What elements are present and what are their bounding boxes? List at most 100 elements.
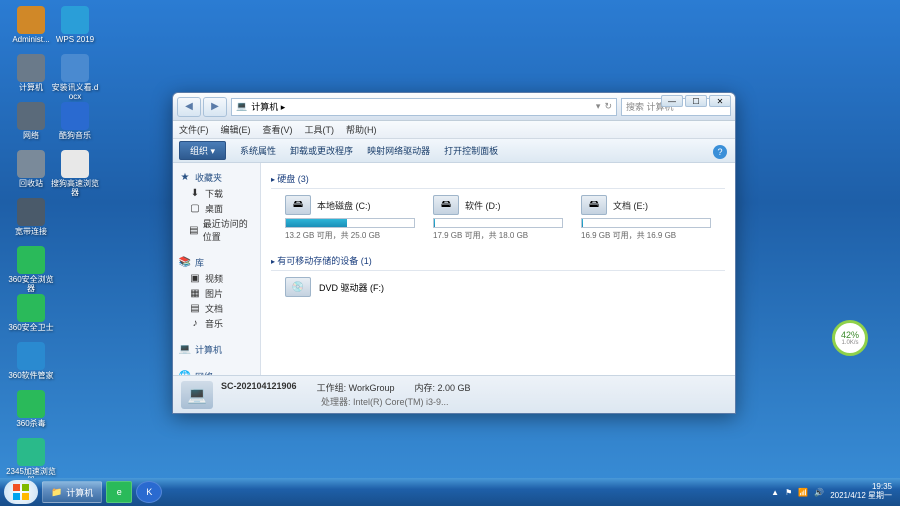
desktop-icon-label: 360软件管家 — [8, 372, 53, 381]
menu-edit[interactable]: 编辑(E) — [221, 123, 251, 136]
app-icon — [17, 102, 45, 130]
minimize-button[interactable]: — — [661, 95, 683, 107]
drive-item[interactable]: 🖴 本地磁盘 (C:) 13.2 GB 可用，共 25.0 GB — [285, 195, 415, 241]
drive-name: 软件 (D:) — [465, 199, 501, 212]
folder-icon: 📁 — [51, 487, 62, 498]
picture-icon: ▦ — [189, 288, 201, 300]
desktop-icon[interactable]: 计算机 — [6, 54, 56, 93]
maximize-button[interactable]: ☐ — [685, 95, 707, 107]
refresh-icon[interactable]: ↻ — [604, 101, 612, 112]
drive-info: 17.9 GB 可用，共 18.0 GB — [433, 230, 563, 241]
nav-buttons: ◀ ▶ — [177, 97, 227, 117]
section-removable[interactable]: 有可移动存储的设备 (1) — [271, 251, 725, 271]
drive-icon: 🖴 — [433, 195, 459, 215]
help-button[interactable]: ? — [713, 145, 727, 159]
sidebar-item-documents[interactable]: ▤文档 — [179, 301, 254, 316]
drive-info: 13.2 GB 可用，共 25.0 GB — [285, 230, 415, 241]
tray-up-icon[interactable]: ▲ — [771, 488, 779, 497]
dvd-drive[interactable]: 💿 DVD 驱动器 (F:) — [271, 271, 725, 297]
desktop-icon[interactable]: 酷狗音乐 — [50, 102, 100, 141]
app-icon — [17, 294, 45, 322]
system-properties-link[interactable]: 系统属性 — [240, 144, 276, 157]
menubar: 文件(F) 编辑(E) 查看(V) 工具(T) 帮助(H) — [173, 121, 735, 139]
map-drive-link[interactable]: 映射网络驱动器 — [367, 144, 430, 157]
back-button[interactable]: ◀ — [177, 97, 201, 117]
desktop-icon[interactable]: 360杀毒 — [6, 390, 56, 429]
drive-icon: 🖴 — [285, 195, 311, 215]
sidebar-item-recent[interactable]: ▤最近访问的位置 — [179, 216, 254, 244]
desktop-icon[interactable]: 360软件管家 — [6, 342, 56, 381]
drive-item[interactable]: 🖴 软件 (D:) 17.9 GB 可用，共 18.0 GB — [433, 195, 563, 241]
sidebar-item-videos[interactable]: ▣视频 — [179, 271, 254, 286]
drive-icon: 🖴 — [581, 195, 607, 215]
sidebar-item-downloads[interactable]: ⬇下载 — [179, 186, 254, 201]
uninstall-link[interactable]: 卸载或更改程序 — [290, 144, 353, 157]
sidebar-network[interactable]: 🌐网络 — [179, 368, 254, 375]
tray-volume-icon[interactable]: 🔊 — [814, 488, 824, 497]
system-tray: ▲ ⚑ 📶 🔊 19:35 2021/4/12 星期一 — [771, 483, 896, 501]
taskbar-app-explorer[interactable]: 📁 计算机 — [42, 481, 102, 503]
address-path: 计算机 ▸ — [251, 100, 285, 113]
desktop-icon-label: 360安全卫士 — [8, 324, 53, 333]
usage-bar — [285, 218, 415, 228]
taskbar-pin-360[interactable]: e — [106, 481, 132, 503]
sidebar-libraries[interactable]: 📚库 — [179, 254, 254, 271]
app-icon — [17, 342, 45, 370]
computer-name: SC-202104121906 — [221, 381, 297, 394]
sidebar-item-music[interactable]: ♪音乐 — [179, 316, 254, 331]
app-icon — [17, 6, 45, 34]
menu-tools[interactable]: 工具(T) — [305, 123, 335, 136]
chevron-down-icon[interactable]: ▾ — [596, 101, 601, 112]
widget-percent: 42% — [841, 330, 859, 340]
sidebar-item-pictures[interactable]: ▦图片 — [179, 286, 254, 301]
desktop-icon[interactable]: 网络 — [6, 102, 56, 141]
dvd-icon: 💿 — [285, 277, 311, 297]
desktop-icon[interactable]: 宽带连接 — [6, 198, 56, 237]
titlebar: ◀ ▶ 💻 计算机 ▸ ▾ ↻ 搜索 计算机 — ☐ ✕ — [173, 93, 735, 121]
desktop-icon-label: 宽带连接 — [15, 228, 47, 237]
section-hdd[interactable]: 硬盘 (3) — [271, 169, 725, 189]
taskbar: 📁 计算机 e K ▲ ⚑ 📶 🔊 19:35 2021/4/12 星期一 — [0, 478, 900, 506]
tray-flag-icon[interactable]: ⚑ — [785, 488, 792, 497]
organize-button[interactable]: 组织 ▾ — [179, 141, 226, 160]
drive-name: 本地磁盘 (C:) — [317, 199, 371, 212]
sidebar-favorites[interactable]: ★收藏夹 — [179, 169, 254, 186]
taskbar-pin-kugou[interactable]: K — [136, 481, 162, 503]
sidebar-computer[interactable]: 💻计算机 — [179, 341, 254, 358]
desktop-icon[interactable]: Administ... — [6, 6, 56, 45]
app-icon — [17, 246, 45, 274]
windows-logo-icon — [12, 483, 30, 501]
speed-widget[interactable]: 42% 1.0K/s — [832, 320, 868, 356]
menu-help[interactable]: 帮助(H) — [346, 123, 377, 136]
menu-file[interactable]: 文件(F) — [179, 123, 209, 136]
desktop-icon[interactable]: 安装讯义看.docx — [50, 54, 100, 102]
computer-icon: 💻 — [236, 101, 247, 112]
desktop-icon-label: 网络 — [23, 132, 39, 141]
app-icon — [17, 390, 45, 418]
desktop-icon-label: 回收站 — [19, 180, 43, 189]
star-icon: ★ — [179, 172, 191, 184]
drive-list: 🖴 本地磁盘 (C:) 13.2 GB 可用，共 25.0 GB 🖴 软件 (D:) 17… — [271, 189, 725, 251]
address-bar[interactable]: 💻 计算机 ▸ ▾ ↻ — [231, 98, 617, 116]
desktop-icon[interactable]: 360安全卫士 — [6, 294, 56, 333]
computer-large-icon: 💻 — [181, 381, 213, 409]
desktop-icon[interactable]: 回收站 — [6, 150, 56, 189]
drive-item[interactable]: 🖴文档 (E:)16.9 GB 可用，共 16.9 GB — [581, 195, 711, 241]
sidebar-item-desktop[interactable]: ▢桌面 — [179, 201, 254, 216]
app-icon — [17, 54, 45, 82]
app-icon — [61, 6, 89, 34]
clock[interactable]: 19:35 2021/4/12 星期一 — [830, 483, 896, 501]
explorer-window: ◀ ▶ 💻 计算机 ▸ ▾ ↻ 搜索 计算机 — ☐ ✕ 文件(F) 编辑(E)… — [172, 92, 736, 414]
desktop-icon[interactable]: 360安全浏览器 — [6, 246, 56, 294]
desktop-icon[interactable]: WPS 2019 — [50, 6, 100, 45]
control-panel-link[interactable]: 打开控制面板 — [444, 144, 498, 157]
menu-view[interactable]: 查看(V) — [263, 123, 293, 136]
tray-network-icon[interactable]: 📶 — [798, 488, 808, 497]
desktop-icon[interactable]: 搜狗高速浏览器 — [50, 150, 100, 198]
forward-button[interactable]: ▶ — [203, 97, 227, 117]
start-button[interactable] — [4, 480, 38, 504]
app-icon — [61, 102, 89, 130]
close-button[interactable]: ✕ — [709, 95, 731, 107]
document-icon: ▤ — [189, 303, 201, 315]
desktop-icon-label: Administ... — [12, 36, 49, 45]
